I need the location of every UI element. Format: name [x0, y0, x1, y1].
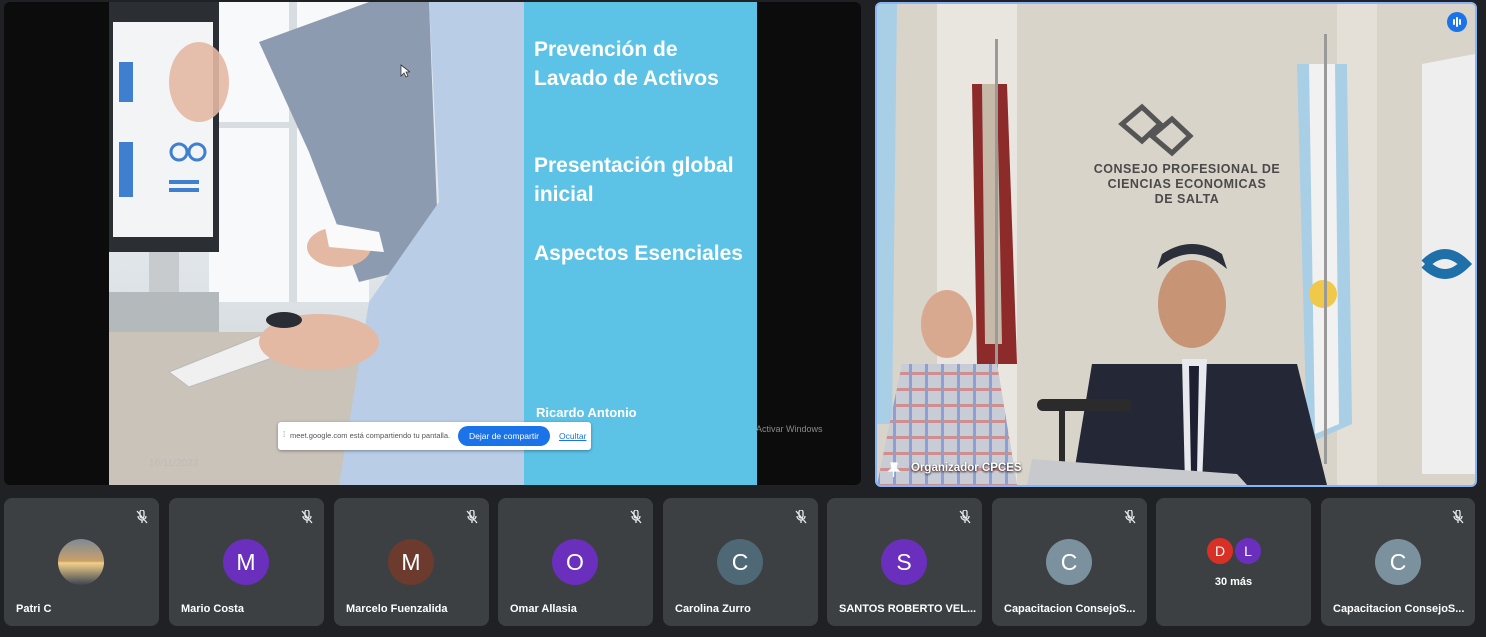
shared-slide: 16/11/2023 Prevención de Lavado de Activ…: [109, 2, 757, 485]
participant-name: Marcelo Fuenzalida: [346, 603, 448, 615]
slide-title-panel: Prevención de Lavado de Activos Presenta…: [524, 2, 757, 485]
slide-title-3: Aspectos Esenciales: [534, 242, 743, 265]
participant-name: Capacitacion ConsejoS...: [1333, 603, 1465, 615]
presentation-tile[interactable]: 16/11/2023 Prevención de Lavado de Activ…: [4, 2, 861, 485]
avatar: M: [223, 539, 269, 585]
participant-tile[interactable]: S SANTOS ROBERTO VEL...: [827, 498, 982, 626]
speaker-video: [877, 4, 1475, 485]
speaking-indicator-icon: [1447, 12, 1467, 32]
mic-off-icon: [1124, 510, 1136, 524]
mic-off-icon: [630, 510, 642, 524]
slide-author-name: Ricardo Antonio: [536, 405, 637, 420]
participant-name: Capacitacion ConsejoS...: [1004, 603, 1136, 615]
more-participants-tile[interactable]: D L 30 más: [1156, 498, 1311, 626]
org-sign-line-3: DE SALTA: [1154, 192, 1220, 206]
mic-off-icon: [136, 510, 148, 524]
participant-tile[interactable]: O Omar Allasia: [498, 498, 653, 626]
speaker-tile[interactable]: CONSEJO PROFESIONAL DE CIENCIAS ECONOMIC…: [875, 2, 1477, 487]
slide-title-1: Prevención de Lavado de Activos: [534, 38, 719, 90]
organization-sign: CONSEJO PROFESIONAL DE CIENCIAS ECONOMIC…: [1057, 162, 1317, 207]
org-sign-line-2: CIENCIAS ECONOMICAS: [1107, 177, 1267, 191]
participant-name: Carolina Zurro: [675, 603, 751, 615]
avatar: O: [552, 539, 598, 585]
participant-name: Patri C: [16, 603, 52, 615]
mouse-cursor-icon: [400, 64, 410, 78]
participant-tile[interactable]: M Mario Costa: [169, 498, 324, 626]
pin-icon[interactable]: [887, 462, 901, 478]
avatar: L: [1234, 537, 1262, 565]
participant-tile[interactable]: C Capacitacion ConsejoS...: [1321, 498, 1475, 626]
participant-tile[interactable]: M Marcelo Fuenzalida: [334, 498, 489, 626]
avatar: D: [1206, 537, 1234, 565]
participant-name: SANTOS ROBERTO VEL...: [839, 603, 977, 615]
slide-date: 16/11/2023: [149, 458, 199, 469]
screen-share-bar: ⁞ meet.google.com está compartiendo tu p…: [278, 422, 591, 450]
hide-share-bar-link[interactable]: Ocultar: [559, 431, 586, 441]
participant-tile[interactable]: Patri C: [4, 498, 159, 626]
mic-off-icon: [466, 510, 478, 524]
drag-handle-icon[interactable]: ⁞: [283, 430, 285, 439]
avatar-photo: [58, 539, 104, 585]
avatar: M: [388, 539, 434, 585]
mic-off-icon: [795, 510, 807, 524]
speaker-name: Organizador CPCES: [911, 462, 1022, 474]
slide-photo: 16/11/2023: [109, 2, 524, 485]
participant-name: Omar Allasia: [510, 603, 577, 615]
avatar: S: [881, 539, 927, 585]
org-sign-line-1: CONSEJO PROFESIONAL DE: [1093, 162, 1281, 176]
avatar: C: [1046, 539, 1092, 585]
participant-name: Mario Costa: [181, 603, 244, 615]
activate-windows-watermark: Activar Windows: [756, 424, 823, 434]
stop-sharing-button[interactable]: Dejar de compartir: [458, 426, 550, 446]
avatar: C: [1375, 539, 1421, 585]
participant-tile[interactable]: C Capacitacion ConsejoS...: [992, 498, 1147, 626]
participant-tile[interactable]: C Carolina Zurro: [663, 498, 818, 626]
avatar: C: [717, 539, 763, 585]
share-status-text: meet.google.com está compartiendo tu pan…: [290, 431, 451, 440]
mic-off-icon: [959, 510, 971, 524]
more-participants-count: 30 más: [1214, 576, 1253, 588]
slide-title-2: Presentación global inicial: [534, 154, 734, 206]
mic-off-icon: [1452, 510, 1464, 524]
mic-off-icon: [301, 510, 313, 524]
